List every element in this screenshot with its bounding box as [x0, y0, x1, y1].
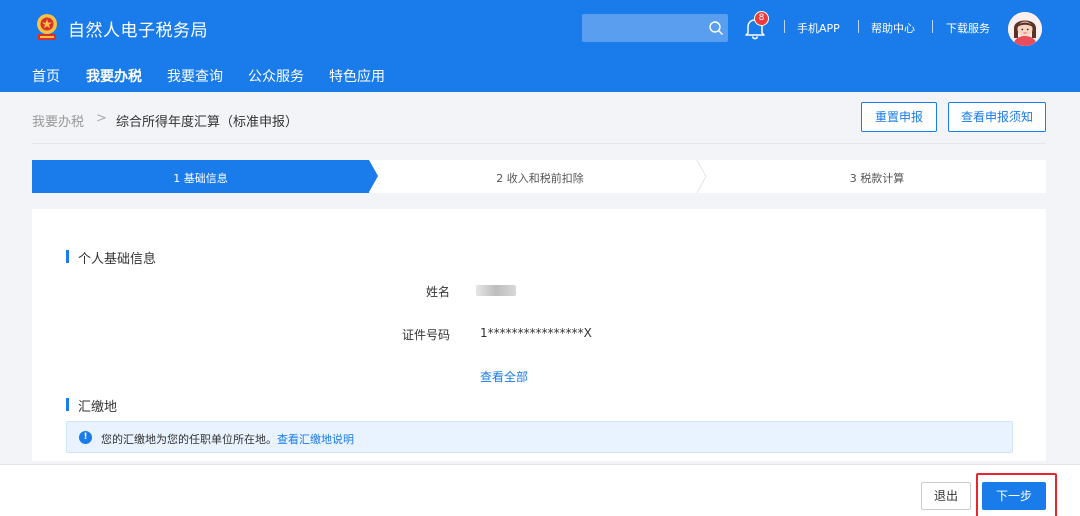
step-tax-calculation[interactable]: 3 税款计算 [708, 170, 1046, 186]
download-service-link[interactable]: 下载服务 [946, 20, 990, 36]
payment-location-help-link[interactable]: 查看汇缴地说明 [277, 433, 354, 446]
header-separator [858, 20, 859, 33]
name-value-masked [476, 285, 516, 296]
reset-declaration-button[interactable]: 重置申报 [861, 102, 937, 132]
header-separator [932, 20, 933, 33]
divider [32, 143, 1046, 144]
notice-text: 您的汇缴地为您的任职单位所在地。查看汇缴地说明 [101, 431, 354, 447]
step-basic-info[interactable]: 1 基础信息 [32, 160, 369, 193]
search-input[interactable] [582, 14, 728, 42]
notice-message: 您的汇缴地为您的任职单位所在地。 [101, 433, 277, 446]
emblem-icon [37, 14, 57, 40]
step-income-deduction[interactable]: 2 收入和税前扣除 [378, 170, 702, 186]
nav-query[interactable]: 我要查询 [167, 66, 223, 86]
id-number-label: 证件号码 [401, 328, 450, 342]
view-declaration-notice-button[interactable]: 查看申报须知 [948, 102, 1046, 132]
step-arrow [369, 160, 378, 192]
user-avatar-icon [1008, 12, 1042, 46]
breadcrumb-parent[interactable]: 我要办税 [32, 111, 84, 130]
footer-bar: 退出 下一步 [0, 464, 1080, 516]
chevron-right-icon: > [96, 111, 107, 126]
form-card: 个人基础信息 姓名 证件号码 1****************X 查看全部 汇… [32, 209, 1046, 461]
nav-home[interactable]: 首页 [32, 66, 60, 86]
id-number-value: 1****************X [480, 326, 592, 340]
search-icon[interactable] [708, 20, 724, 36]
name-label: 姓名 [425, 285, 450, 299]
step-progress: 1 基础信息 2 收入和税前扣除 3 税款计算 [32, 160, 1046, 193]
page-title: 综合所得年度汇算（标准申报） [116, 115, 299, 130]
help-center-link[interactable]: 帮助中心 [871, 20, 915, 36]
nav-public-service[interactable]: 公众服务 [248, 66, 304, 86]
step-separator-icon [696, 160, 707, 193]
mobile-app-link[interactable]: 手机APP [797, 20, 840, 36]
exit-button[interactable]: 退出 [921, 482, 971, 510]
nav-tax-handling[interactable]: 我要办税 [86, 66, 142, 86]
nav-featured-apps[interactable]: 特色应用 [329, 66, 385, 86]
step-label: 1 基础信息 [173, 172, 228, 185]
section-title-payment-location: 汇缴地 [66, 396, 117, 415]
section-title-personal: 个人基础信息 [66, 248, 156, 267]
info-icon: ! [79, 431, 92, 444]
view-all-link[interactable]: 查看全部 [480, 368, 528, 385]
avatar[interactable] [1008, 12, 1042, 46]
header-separator [784, 20, 785, 33]
notification-badge: 8 [754, 11, 769, 26]
payment-location-notice: ! 您的汇缴地为您的任职单位所在地。查看汇缴地说明 [66, 421, 1013, 453]
app-title: 自然人电子税务局 [68, 21, 208, 41]
top-header: 自然人电子税务局 8 手机APP 帮助中心 下载服务 首页 我要办税 我要查询 … [0, 0, 1080, 92]
highlight-annotation [976, 473, 1057, 516]
